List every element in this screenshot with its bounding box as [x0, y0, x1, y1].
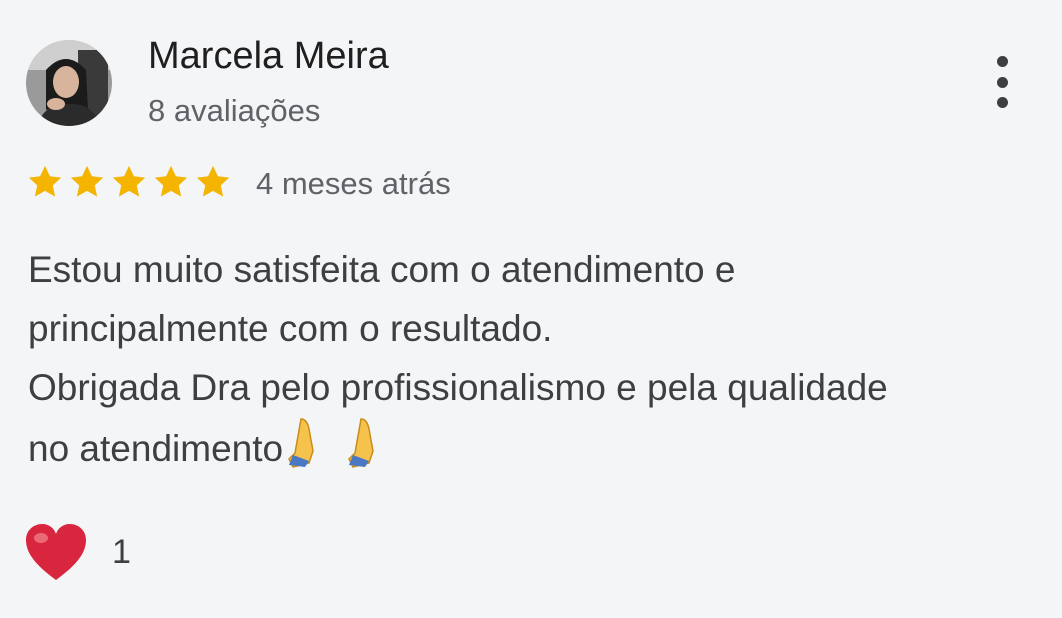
praying-hands-icon [347, 417, 403, 469]
reaction-button[interactable]: 1 [24, 516, 131, 588]
author-avatar[interactable] [26, 40, 112, 126]
star-icon [154, 165, 188, 197]
reaction-count: 1 [112, 533, 131, 571]
star-icon [112, 165, 146, 197]
star-rating [26, 163, 232, 201]
more-options-button[interactable] [980, 52, 1024, 112]
author-reviews-count: 8 avaliações [148, 93, 321, 128]
review-text-line: Obrigada Dra pelo profissionalismo e pel… [28, 367, 888, 408]
review-text-line: Estou muito satisfeita com o atendimento… [28, 249, 736, 290]
star-icon [28, 165, 62, 197]
review-card: Marcela Meira 8 avaliações 4 meses atrás… [0, 0, 1062, 618]
star-icon [70, 165, 104, 197]
review-time: 4 meses atrás [256, 166, 451, 201]
review-text: Estou muito satisfeita com o atendimento… [28, 240, 1038, 478]
star-icon [196, 165, 230, 197]
more-vert-icon-dot [996, 97, 1008, 108]
heart-icon [26, 524, 86, 580]
praying-hands-icon [287, 417, 343, 469]
review-text-line: no atendimento [28, 428, 284, 469]
review-text-line: principalmente com o resultado. [28, 308, 553, 349]
review-text-line-last: no atendimento [28, 417, 1038, 478]
more-vert-icon-dot [996, 76, 1008, 88]
avatar-image [26, 40, 112, 126]
author-name[interactable]: Marcela Meira [148, 34, 389, 78]
more-vert-icon-dot [996, 56, 1008, 67]
